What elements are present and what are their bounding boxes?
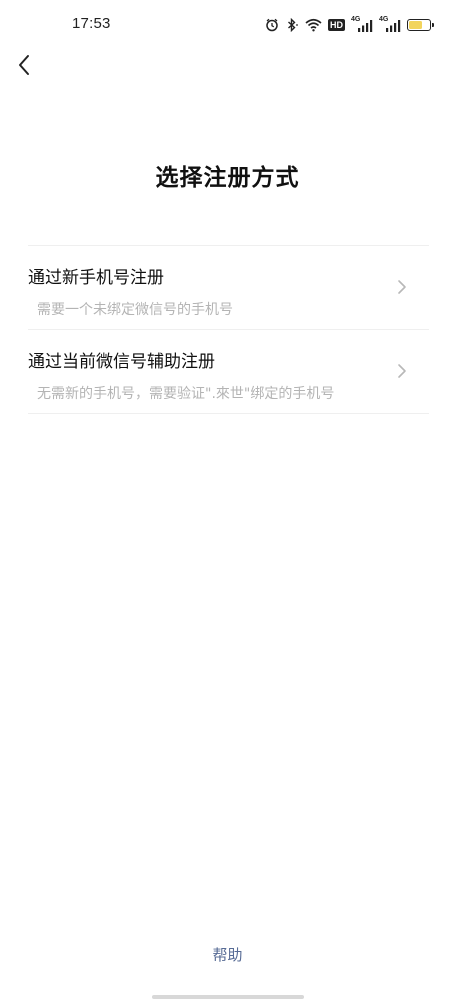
alarm-icon [265,18,279,32]
option-title: 通过当前微信号辅助注册 [28,352,215,372]
option-register-via-wechat[interactable]: 通过当前微信号辅助注册 无需新的手机号，需要验证".來世"绑定的手机号 [28,330,429,414]
signal-icon: 4G [379,16,401,32]
status-time: 17:53 [72,15,111,32]
chevron-left-icon [17,53,31,81]
page-title: 选择注册方式 [155,165,300,191]
chevron-right-icon [397,279,407,295]
hd-icon: HD [328,19,345,31]
help-link[interactable]: 帮助 [0,944,455,965]
option-title: 通过新手机号注册 [28,268,164,288]
battery-icon [407,19,434,31]
battery-level-fill [409,21,422,29]
registration-options-list: 通过新手机号注册 需要一个未绑定微信号的手机号 通过当前微信号辅助注册 无需新的… [28,245,429,414]
option-description: 需要一个未绑定微信号的手机号 [37,302,233,318]
chevron-right-icon [397,363,407,379]
bluetooth-icon [285,18,299,32]
option-description: 无需新的手机号，需要验证".來世"绑定的手机号 [37,386,335,402]
home-indicator[interactable] [152,995,304,999]
status-icons: HD 4G 4G [265,14,434,36]
status-bar: 17:53 HD 4G 4G [0,0,455,50]
option-register-new-phone[interactable]: 通过新手机号注册 需要一个未绑定微信号的手机号 [28,246,429,330]
back-button[interactable] [10,52,38,82]
wifi-icon [305,18,322,32]
signal-icon: 4G [351,16,373,32]
